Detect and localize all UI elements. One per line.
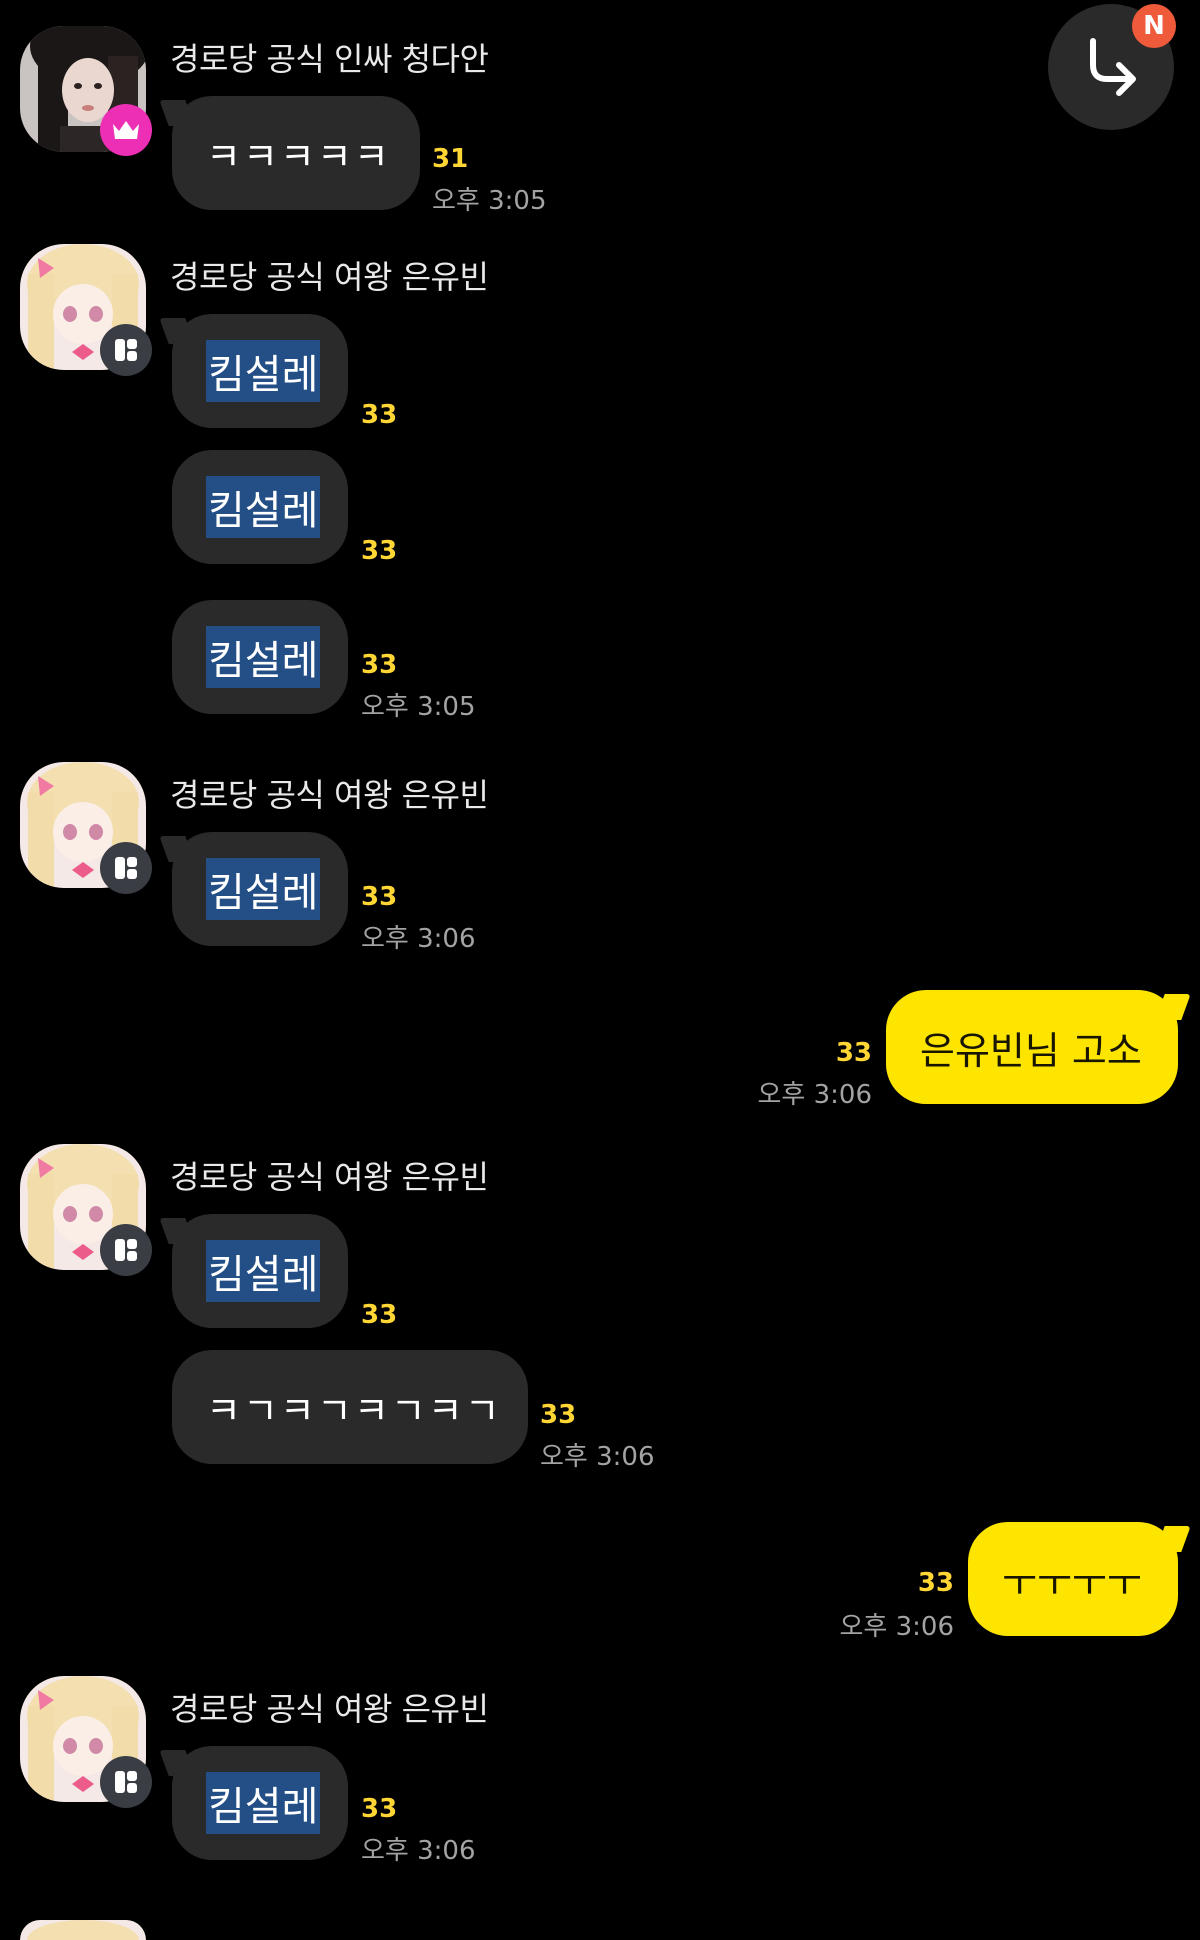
unread-count: 33 [917, 1568, 954, 1598]
sender-name: 경로당 공식 여왕 은유빈 [170, 1690, 489, 1728]
crown-icon [113, 121, 139, 139]
bot-icon [115, 857, 137, 879]
unread-count: 33 [835, 1038, 872, 1068]
sender-name: 경로당 공식 여왕 은유빈 [170, 258, 489, 296]
message-text: 킴설레 [206, 476, 321, 538]
sender-name: 경로당 공식 여왕 은유빈 [170, 1158, 489, 1196]
unread-count: 33 [361, 882, 398, 912]
bot-icon [115, 339, 137, 361]
message-text: 킴설레 [206, 1772, 321, 1834]
unread-count: 33 [361, 650, 398, 680]
message-text: ㅋㅋㅋㅋㅋ [206, 134, 391, 179]
bot-badge [100, 1756, 152, 1808]
bot-badge [100, 1224, 152, 1276]
unread-count: 33 [361, 1300, 398, 1330]
message-time: 오후 3:06 [361, 924, 476, 954]
message-text: ㅋㄱㅋㄱㅋㄱㅋㄱ [206, 1388, 502, 1433]
message-bubble[interactable]: 킴설레 [172, 600, 348, 714]
unread-count: 31 [432, 144, 469, 174]
bot-badge [100, 324, 152, 376]
message-text: ㅜㅜㅜㅜ [1002, 1560, 1142, 1605]
message-text: 은유빈님 고소 [920, 1028, 1142, 1073]
message-bubble[interactable]: 킴설레 [172, 450, 348, 564]
message-bubble[interactable]: 킴설레 [172, 314, 348, 428]
bot-icon [115, 1771, 137, 1793]
message-bubble[interactable]: 킴설레 [172, 1746, 348, 1860]
unread-count: 33 [361, 536, 398, 566]
message-bubble[interactable]: 킴설레 [172, 1214, 348, 1328]
message-time: 오후 3:06 [361, 1836, 476, 1866]
message-time: 오후 3:06 [757, 1080, 873, 1110]
bot-icon [115, 1239, 137, 1261]
my-message-bubble[interactable]: ㅜㅜㅜㅜ [968, 1522, 1178, 1636]
message-time: 오후 3:05 [432, 186, 547, 216]
message-text: 킴설레 [206, 626, 321, 688]
message-text: 킴설레 [206, 858, 321, 920]
my-message-bubble[interactable]: 은유빈님 고소 [886, 990, 1178, 1104]
sender-name: 경로당 공식 여왕 은유빈 [170, 776, 489, 814]
message-bubble[interactable]: ㅋㅋㅋㅋㅋ [172, 96, 420, 210]
unread-count: 33 [540, 1400, 577, 1430]
sender-name: 경로당 공식 인싸 청다안 [170, 40, 489, 78]
avatar-eunyubin[interactable] [20, 1920, 146, 1940]
reply-arrow-icon [1090, 38, 1136, 96]
new-badge: N [1132, 4, 1176, 48]
crown-badge [100, 104, 152, 156]
message-time: 오후 3:06 [839, 1612, 955, 1642]
message-text: 킴설레 [206, 340, 321, 402]
unread-count: 33 [361, 400, 398, 430]
message-text: 킴설레 [206, 1240, 321, 1302]
message-time: 오후 3:05 [361, 692, 476, 722]
message-time: 오후 3:06 [540, 1442, 655, 1472]
unread-count: 33 [361, 1794, 398, 1824]
bot-badge [100, 842, 152, 894]
message-bubble[interactable]: 킴설레 [172, 832, 348, 946]
message-bubble[interactable]: ㅋㄱㅋㄱㅋㄱㅋㄱ [172, 1350, 528, 1464]
